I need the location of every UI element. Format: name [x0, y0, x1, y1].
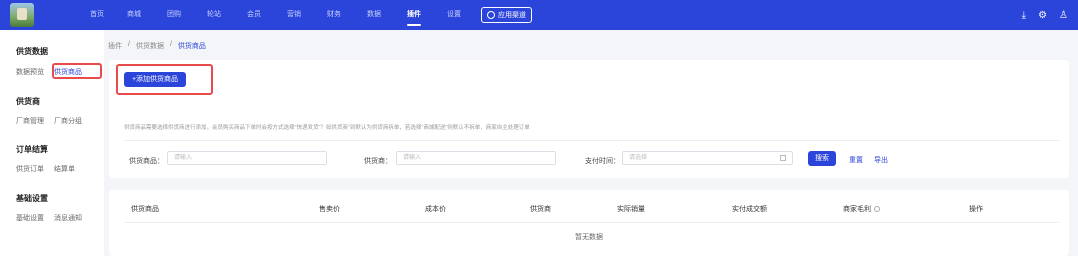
- breadcrumb-separator: /: [128, 41, 130, 48]
- main-nav: 首页 商城 团购 轮站 会员 营销 财务 数据 插件 设置: [80, 0, 474, 30]
- product-search-input[interactable]: 请输入: [167, 151, 327, 165]
- supplier-search-input[interactable]: 请输入: [396, 151, 556, 165]
- sidebar-group-title: 订单结算: [16, 145, 48, 154]
- sidebar-group-title: 供货商: [16, 97, 40, 106]
- nav-settings[interactable]: 设置: [434, 0, 474, 30]
- sidebar-item-supply-orders[interactable]: 供货订单: [16, 164, 44, 174]
- app-logo[interactable]: [10, 3, 34, 27]
- column-header: 实付成交额: [732, 206, 767, 213]
- sidebar-item-notifications[interactable]: 消息通知: [54, 213, 82, 223]
- column-header: 成本价: [425, 206, 446, 213]
- column-header-with-info: 商家毛利: [843, 204, 880, 214]
- column-header: 售卖价: [319, 206, 340, 213]
- pay-time-picker[interactable]: 请选择: [622, 151, 793, 165]
- column-header: 商家毛利: [843, 206, 871, 213]
- nav-member[interactable]: 会员: [234, 0, 274, 30]
- column-header: 供货商: [530, 206, 551, 213]
- highlight-box: [116, 64, 213, 95]
- nav-mall[interactable]: 商城: [114, 0, 154, 30]
- breadcrumb-current: 供货商品: [177, 43, 206, 50]
- nav-plugins[interactable]: 插件: [394, 0, 434, 30]
- filter-card: +添加供货商品 供货商品需要选择供货商进行添加，会员购买商品下单时会按方式选择"…: [109, 60, 1069, 178]
- nav-home[interactable]: 首页: [80, 0, 114, 30]
- download-icon[interactable]: ⤓: [1022, 10, 1026, 21]
- help-tip: 供货商品需要选择供货商进行添加，会员购买商品下单时会按方式选择"快递发货"？如供…: [124, 125, 530, 131]
- export-link[interactable]: 导出: [874, 155, 888, 165]
- product-filter-label: 供货商品：: [129, 158, 164, 165]
- breadcrumb-item[interactable]: 供货数据: [136, 41, 164, 51]
- column-header: 供货商品: [131, 206, 159, 213]
- gear-icon[interactable]: ⚙: [1038, 10, 1047, 21]
- highlight-box: [52, 63, 102, 79]
- divider: [124, 140, 1059, 141]
- main-content: 插件 / 供货数据 / 供货商品 +添加供货商品 供货商品需要选择供货商进行添加…: [104, 30, 1078, 256]
- nav-groupbuy[interactable]: 团购: [154, 0, 194, 30]
- sidebar-item-data-preview[interactable]: 数据预览: [16, 67, 44, 77]
- breadcrumb-separator: /: [169, 41, 172, 48]
- nav-station[interactable]: 轮站: [194, 0, 234, 30]
- top-navbar: 首页 商城 团购 轮站 会员 营销 财务 数据 插件 设置 应用渠道 ⤓ ⚙ ♙: [0, 0, 1078, 30]
- supplier-filter-label: 供货商：: [364, 158, 392, 165]
- breadcrumb: 插件 / 供货数据 / 供货商品: [108, 41, 206, 51]
- pay-time-label: 支付时间：: [585, 158, 620, 165]
- pay-time-placeholder: 请选择: [629, 155, 648, 161]
- column-header: 操作: [969, 206, 983, 213]
- empty-state: 暂无数据: [575, 234, 603, 241]
- app-channel-button[interactable]: 应用渠道: [481, 7, 532, 23]
- sidebar-group-title: 基础设置: [16, 194, 48, 203]
- sidebar-row: 供货订单 结算单: [16, 164, 75, 174]
- app-channel-label: 应用渠道: [498, 12, 526, 19]
- sidebar-item-basic-settings[interactable]: 基础设置: [16, 213, 44, 223]
- breadcrumb-item[interactable]: 插件: [108, 41, 122, 51]
- nav-marketing[interactable]: 营销: [274, 0, 314, 30]
- column-header: 实际销量: [617, 206, 645, 213]
- user-icon[interactable]: ♙: [1059, 10, 1068, 21]
- sidebar: 供货数据 数据预览 供货商品 供货商 厂商管理 厂商分组 订单结算 供货订单 结…: [0, 30, 104, 256]
- calendar-icon: [780, 155, 786, 161]
- sidebar-item-vendor-manage[interactable]: 厂商管理: [16, 116, 44, 126]
- sidebar-row: 基础设置 消息通知: [16, 213, 82, 223]
- app-channel-icon: [487, 11, 495, 19]
- search-button[interactable]: 搜索: [808, 151, 836, 166]
- header-divider: [124, 222, 1059, 223]
- product-table: 供货商品 售卖价 成本价 供货商 实际销量 实付成交额 商家毛利 操作 暂无数据: [109, 190, 1069, 256]
- nav-data[interactable]: 数据: [354, 0, 394, 30]
- sidebar-row: 厂商管理 厂商分组: [16, 116, 82, 126]
- info-icon[interactable]: [874, 206, 880, 213]
- nav-finance[interactable]: 财务: [314, 0, 354, 30]
- sidebar-group-title: 供货数据: [16, 47, 48, 56]
- sidebar-item-settlement[interactable]: 结算单: [54, 164, 75, 174]
- top-right-actions: ⤓ ⚙ ♙: [1022, 0, 1068, 30]
- reset-link[interactable]: 重置: [849, 155, 863, 165]
- sidebar-item-vendor-group[interactable]: 厂商分组: [54, 116, 82, 126]
